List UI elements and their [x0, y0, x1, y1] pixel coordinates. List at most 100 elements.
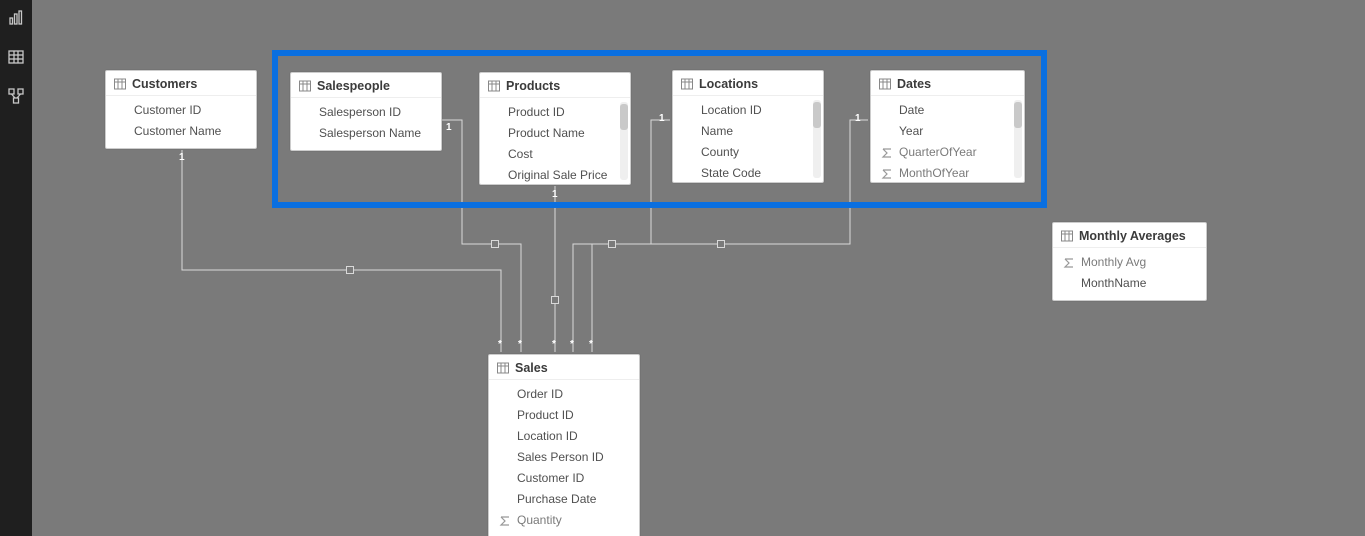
table-header[interactable]: Products [480, 73, 630, 98]
table-header[interactable]: Monthly Averages [1053, 223, 1206, 248]
field[interactable]: Location ID [489, 426, 639, 447]
field-label: Customer Name [134, 123, 221, 140]
field[interactable]: Year [871, 121, 1024, 142]
field[interactable]: Product ID [480, 102, 630, 123]
view-rail [0, 0, 32, 536]
table-icon [497, 362, 509, 374]
data-view-icon[interactable] [8, 49, 24, 70]
table-sales[interactable]: Sales Order ID Product ID Location ID Sales … [488, 354, 640, 536]
table-header[interactable]: Customers [106, 71, 256, 96]
field-label: MonthName [1081, 275, 1146, 292]
table-icon [681, 78, 693, 90]
scrollbar[interactable] [620, 102, 628, 180]
field-label: Product ID [517, 407, 574, 424]
field[interactable]: Location ID [673, 100, 823, 121]
table-icon [1061, 230, 1073, 242]
field-label: Product ID [508, 104, 565, 121]
field-label: MonthOfYear [899, 165, 969, 182]
table-customers[interactable]: Customers Customer ID Customer Name [105, 70, 257, 149]
relationship-anchor [551, 296, 559, 304]
field-label: Name [701, 123, 733, 140]
cardinality-one: 1 [659, 113, 665, 124]
field[interactable]: Salesperson ID [291, 102, 441, 123]
scrollbar[interactable] [1014, 100, 1022, 178]
field[interactable]: Order ID [489, 384, 639, 405]
table-title: Monthly Averages [1079, 229, 1186, 243]
field[interactable]: County [673, 142, 823, 163]
field[interactable]: Customer ID [106, 100, 256, 121]
field[interactable]: Customer Name [106, 121, 256, 142]
field-label: Sales Person ID [517, 449, 604, 466]
table-header[interactable]: Sales [489, 355, 639, 380]
cardinality-one: 1 [179, 152, 185, 163]
table-header[interactable]: Locations [673, 71, 823, 96]
table-monthly-averages[interactable]: Monthly Averages Monthly Avg MonthName [1052, 222, 1207, 301]
field[interactable]: Date [871, 100, 1024, 121]
field-label: State Code [701, 165, 761, 182]
cardinality-many: * [552, 339, 556, 350]
field-calculated[interactable]: QuarterOfYear [871, 142, 1024, 163]
table-title: Dates [897, 77, 931, 91]
sigma-icon [881, 147, 893, 159]
field[interactable]: Product Name [480, 123, 630, 144]
field-label: Cost [508, 146, 533, 163]
cardinality-many: * [589, 339, 593, 350]
scrollbar[interactable] [813, 100, 821, 178]
table-icon [299, 80, 311, 92]
table-products[interactable]: Products Product ID Product Name Cost Origin… [479, 72, 631, 185]
relationship-anchor [717, 240, 725, 248]
field-calculated[interactable]: Quantity [489, 510, 639, 531]
field[interactable]: Name [673, 121, 823, 142]
table-title: Salespeople [317, 79, 390, 93]
field[interactable]: Sales Person ID [489, 447, 639, 468]
field-label: Salesperson ID [319, 104, 401, 121]
field-label: Location ID [517, 428, 578, 445]
table-locations[interactable]: Locations Location ID Name County State Code [672, 70, 824, 183]
field[interactable]: Original Sale Price [480, 165, 630, 184]
table-title: Sales [515, 361, 548, 375]
cardinality-many: * [498, 339, 502, 350]
sigma-icon [881, 168, 893, 180]
field-label: Order ID [517, 386, 563, 403]
field-label: Year [899, 123, 923, 140]
cardinality-one: 1 [552, 189, 558, 200]
field-label: Product Name [508, 125, 585, 142]
model-view-icon[interactable] [8, 88, 24, 109]
table-field-list: Monthly Avg MonthName [1053, 248, 1206, 300]
field[interactable]: MonthName [1053, 273, 1206, 294]
field[interactable]: Cost [480, 144, 630, 165]
table-title: Customers [132, 77, 197, 91]
field-calculated[interactable]: Monthly Avg [1053, 252, 1206, 273]
table-header[interactable]: Dates [871, 71, 1024, 96]
field-label: County [701, 144, 739, 161]
relationship-anchor [491, 240, 499, 248]
field[interactable]: Purchase Date [489, 489, 639, 510]
field-label: Date [899, 102, 924, 119]
field-label: Quantity [517, 512, 562, 529]
sigma-icon [1063, 257, 1075, 269]
field[interactable]: State Code [673, 163, 823, 182]
cardinality-many: * [518, 339, 522, 350]
field-label: Purchase Date [517, 491, 596, 508]
cardinality-one: 1 [855, 113, 861, 124]
field[interactable]: Salesperson Name [291, 123, 441, 144]
model-canvas[interactable]: 1 1 1 1 1 * * * * * Customers Customer ID… [32, 0, 1365, 536]
table-title: Locations [699, 77, 758, 91]
table-field-list: Location ID Name County State Code [673, 96, 823, 182]
field-calculated[interactable]: MonthOfYear [871, 163, 1024, 182]
field[interactable]: Product ID [489, 405, 639, 426]
report-view-icon[interactable] [8, 10, 24, 31]
sigma-icon [499, 515, 511, 527]
table-dates[interactable]: Dates Date Year QuarterOfYear MonthOfYear [870, 70, 1025, 183]
table-header[interactable]: Salespeople [291, 73, 441, 98]
field[interactable]: Customer ID [489, 468, 639, 489]
relationship-anchor [608, 240, 616, 248]
table-field-list: Customer ID Customer Name [106, 96, 256, 148]
field-label: Customer ID [134, 102, 201, 119]
field-label: Customer ID [517, 470, 584, 487]
table-salespeople[interactable]: Salespeople Salesperson ID Salesperson Nam… [290, 72, 442, 151]
cardinality-one: 1 [446, 122, 452, 133]
table-field-list: Salesperson ID Salesperson Name [291, 98, 441, 150]
table-field-list: Order ID Product ID Location ID Sales Perso… [489, 380, 639, 536]
cardinality-many: * [570, 339, 574, 350]
